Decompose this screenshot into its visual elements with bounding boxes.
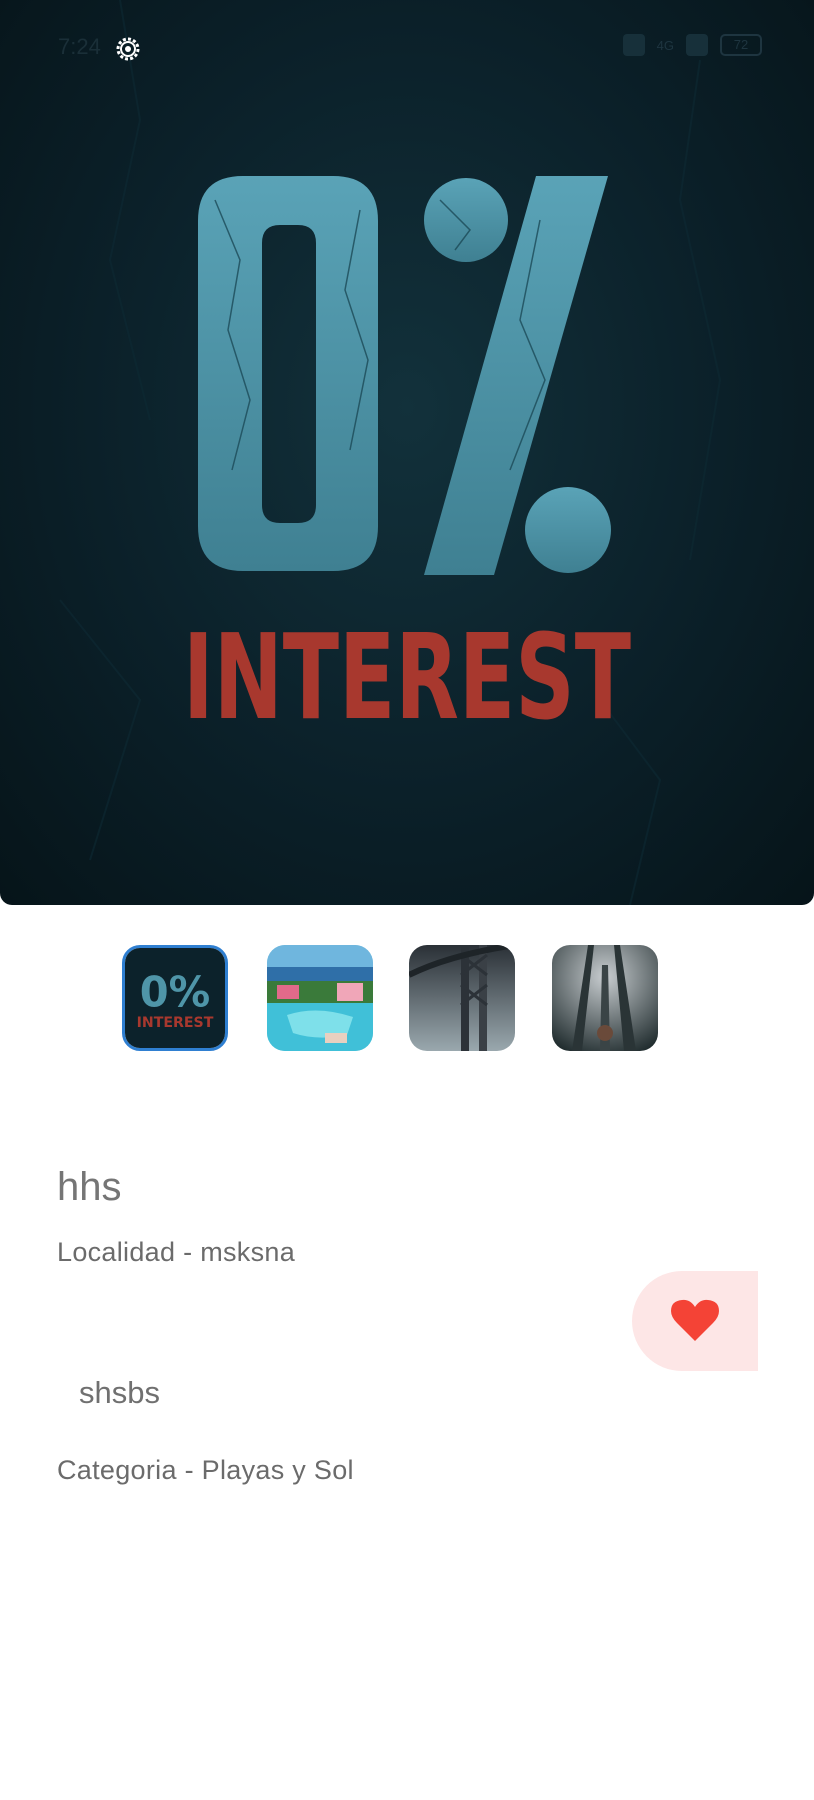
- hero-zero-glyph: [198, 176, 378, 571]
- svg-text:INTEREST: INTEREST: [137, 1015, 214, 1031]
- thumbnail-strip: 0% INTEREST: [0, 945, 814, 1053]
- status-bar: 7:24 4G 72: [0, 0, 814, 96]
- settings-gear-icon: [116, 37, 140, 61]
- heart-icon: [671, 1299, 719, 1341]
- signal-icon: [686, 34, 708, 56]
- hero-percent-bottom-dot: [525, 487, 611, 573]
- favorite-button[interactable]: [632, 1271, 758, 1371]
- status-icons: 4G 72: [622, 34, 762, 56]
- status-time: 7:24: [58, 34, 101, 59]
- place-subtitle: shsbs: [79, 1375, 160, 1410]
- svg-text:0%: 0%: [140, 967, 210, 1016]
- network-indicator: 4G: [656, 37, 674, 53]
- place-locality: Localidad - msksna: [57, 1237, 296, 1267]
- hero-interest-word: INTEREST: [183, 608, 631, 746]
- thumbnail-0-percent-interest[interactable]: 0% INTEREST: [122, 945, 228, 1051]
- thumbnail-forest-dark[interactable]: [552, 945, 658, 1051]
- place-category: Categoria - Playas y Sol: [57, 1455, 354, 1485]
- thumbnail-beach-resort[interactable]: [267, 945, 373, 1051]
- alarm-icon: [622, 34, 645, 56]
- hero-image: INTEREST 7:24 4G 72: [0, 0, 814, 905]
- place-title: hhs: [57, 1165, 122, 1209]
- thumbnail-bridge-fog[interactable]: [409, 945, 515, 1051]
- hero-artwork: INTEREST: [59, 0, 722, 905]
- battery-icon: 72: [720, 34, 762, 56]
- hero-percent-top-dot: [424, 178, 508, 262]
